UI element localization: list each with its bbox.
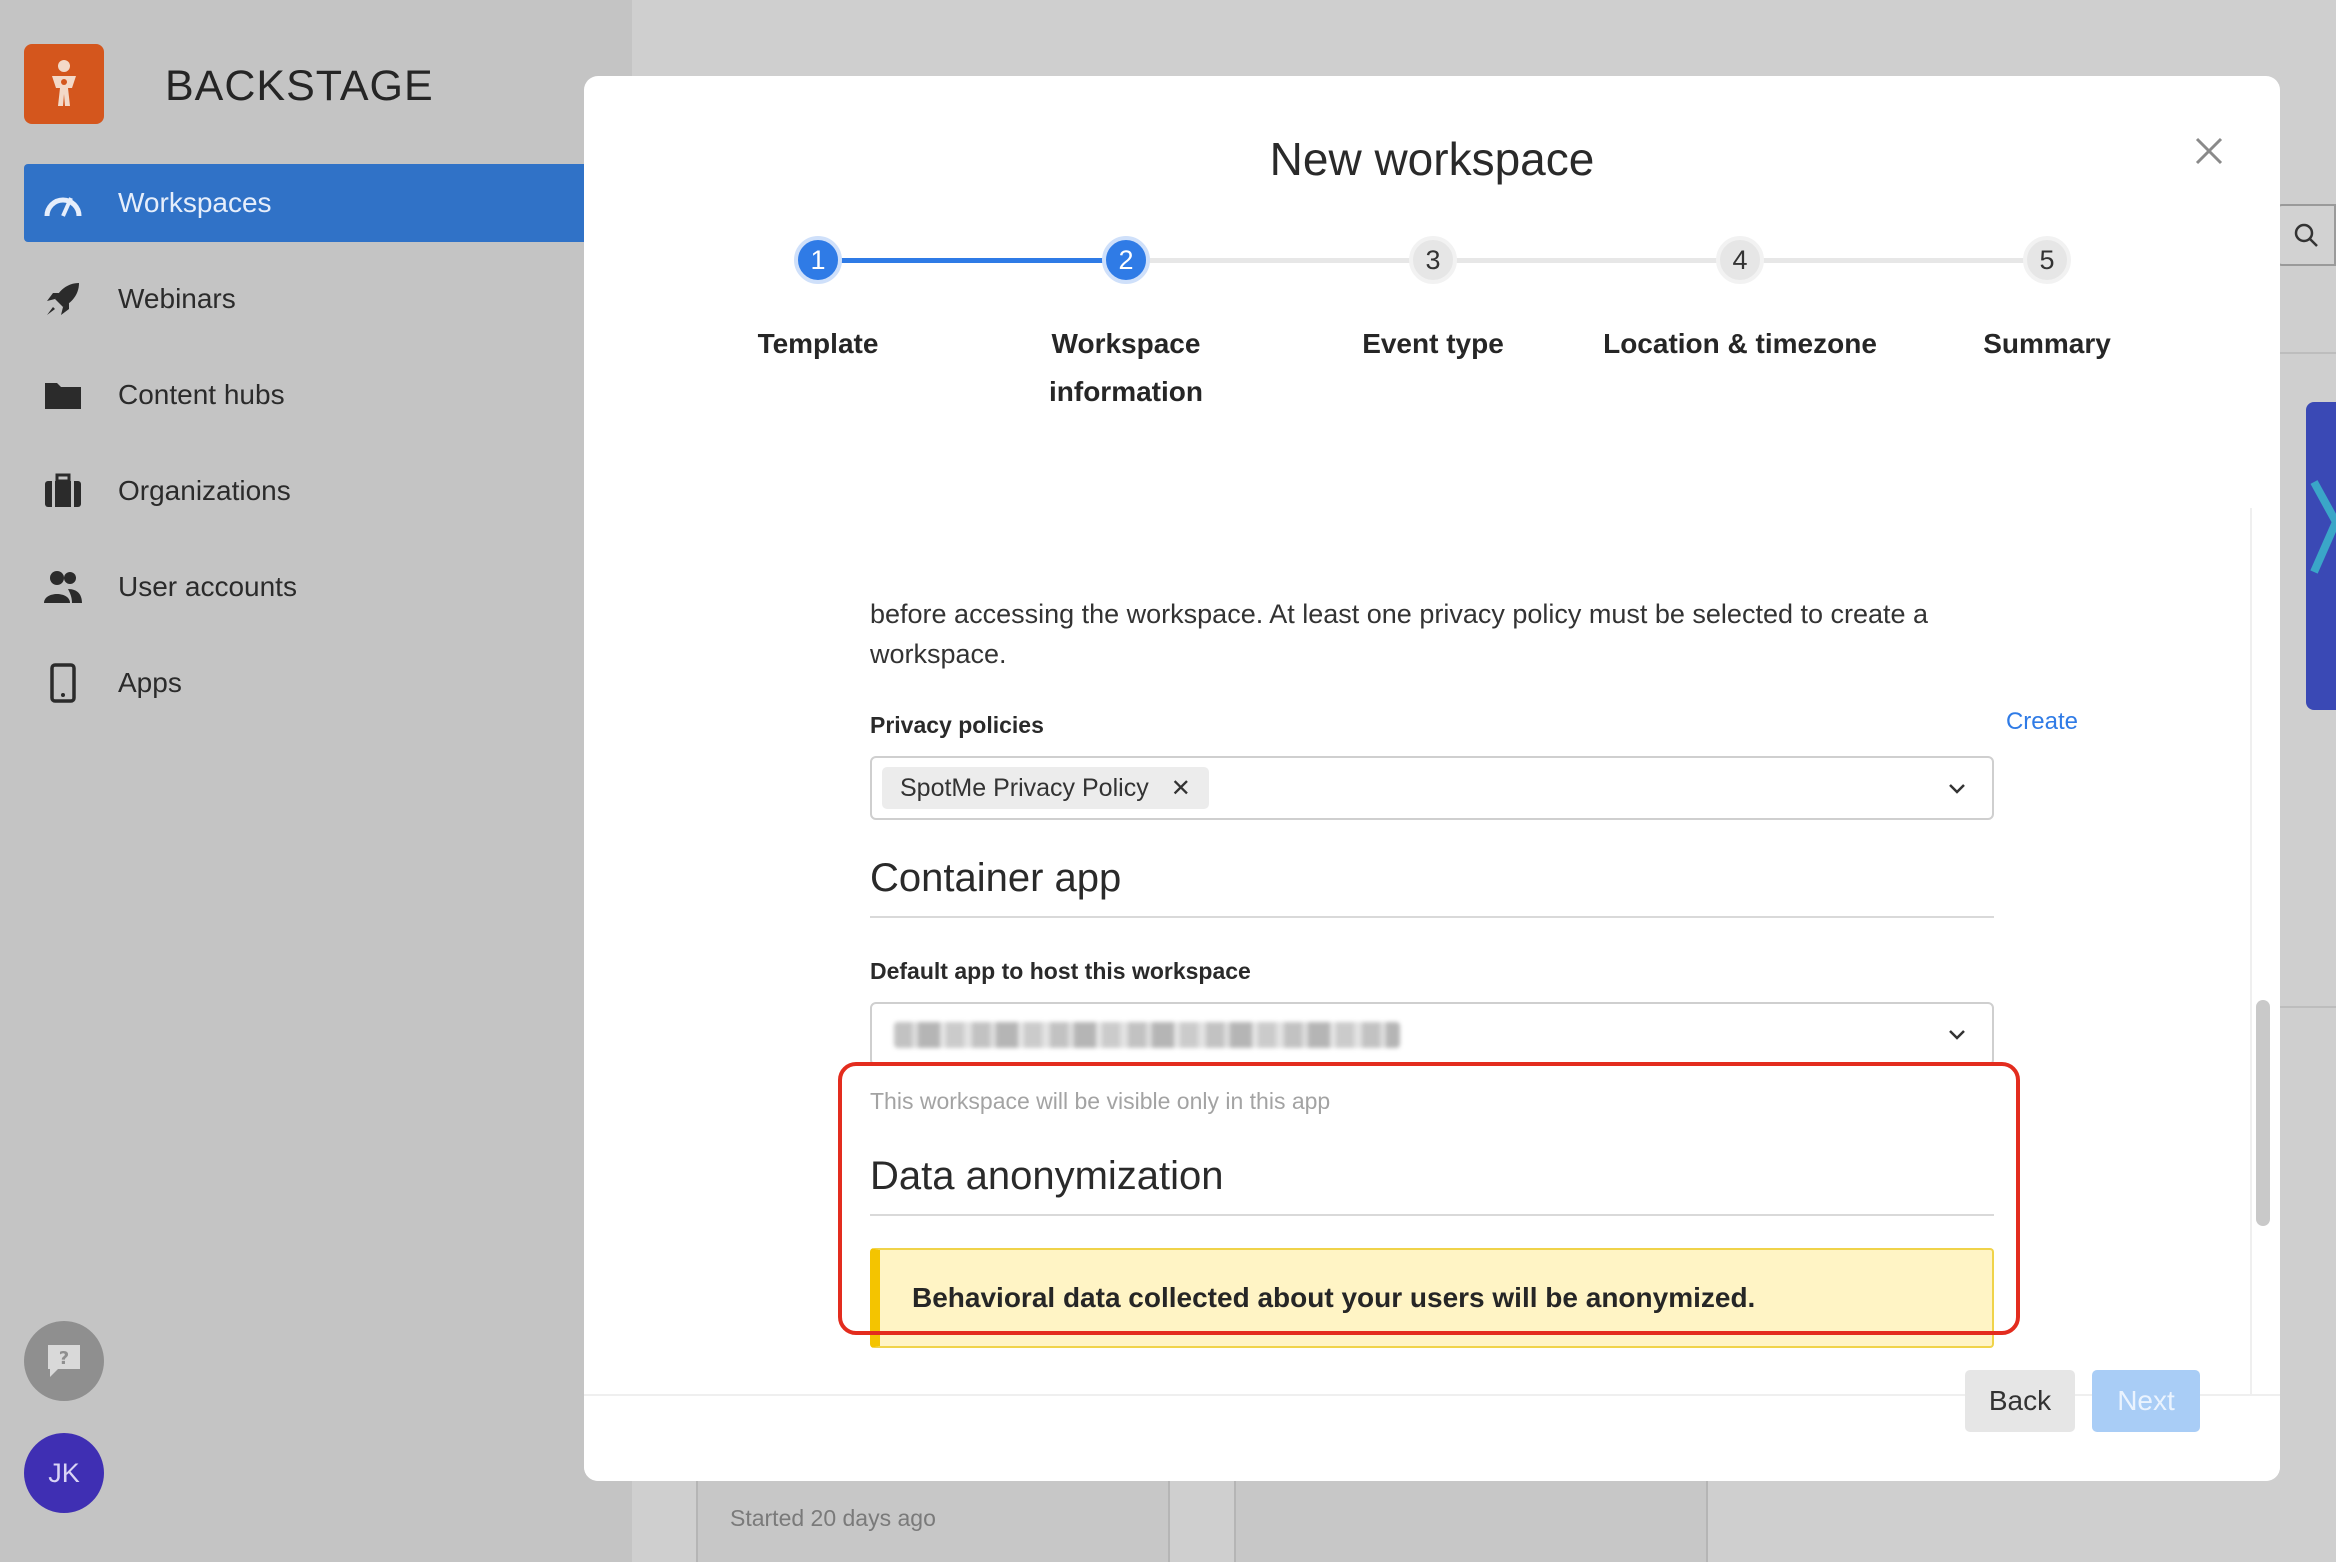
- sidebar-item-organizations[interactable]: Organizations: [24, 452, 632, 530]
- step-5-circle: 5: [2023, 236, 2071, 284]
- bg-divider: [2280, 1006, 2336, 1008]
- sidebar: BACKSTAGE Workspaces Webinars Content hu…: [0, 0, 632, 1562]
- help-chat-icon: ?: [48, 1345, 80, 1377]
- section-divider: [870, 916, 1994, 918]
- sidebar-item-label: Content hubs: [118, 379, 285, 410]
- person-logo-icon: [52, 60, 76, 106]
- sidebar-item-user-accounts[interactable]: User accounts: [24, 548, 632, 626]
- step-3-label: Event type: [1362, 328, 1504, 359]
- rocket-icon: [42, 278, 84, 320]
- chevron-down-icon: [1949, 1030, 1965, 1040]
- blurred-app-name: [894, 1022, 1400, 1048]
- speedometer-icon: [42, 182, 84, 224]
- step-2-circle: 2: [1102, 236, 1150, 284]
- help-button[interactable]: ?: [24, 1321, 104, 1401]
- privacy-policy-chip: SpotMe Privacy Policy ✕: [882, 767, 1209, 809]
- backstage-logo[interactable]: [24, 44, 104, 124]
- next-button[interactable]: Next: [2092, 1370, 2200, 1432]
- briefcase-icon: [42, 470, 84, 512]
- privacy-policies-select[interactable]: SpotMe Privacy Policy ✕: [870, 756, 1994, 820]
- remove-chip-icon[interactable]: ✕: [1171, 774, 1191, 803]
- modal-title: New workspace: [1269, 133, 1595, 185]
- step-3-circle: 3: [1409, 236, 1457, 284]
- brand-name: BACKSTAGE: [165, 62, 434, 110]
- users-icon: [42, 566, 84, 608]
- step-2-label: Workspace information: [1049, 328, 1203, 407]
- phone-icon: [42, 662, 84, 704]
- back-button[interactable]: Back: [1965, 1370, 2075, 1432]
- sidebar-item-content-hubs[interactable]: Content hubs: [24, 356, 632, 434]
- bg-card-status: Started 20 days ago: [730, 1505, 936, 1531]
- container-app-title: Container app: [870, 856, 1122, 900]
- sidebar-item-label: Organizations: [118, 475, 291, 506]
- sidebar-item-label: Webinars: [118, 283, 236, 314]
- sidebar-item-label: Workspaces: [118, 187, 272, 218]
- highlight-annotation: [838, 1062, 2020, 1335]
- chevron-down-icon: [1949, 784, 1965, 794]
- create-privacy-policy-link[interactable]: Create: [1918, 708, 2078, 736]
- svg-text:?: ?: [59, 1348, 69, 1369]
- bg-banner-image: [2306, 402, 2336, 710]
- stepper-progress: [818, 258, 1128, 263]
- step-1-label: Template: [757, 328, 879, 359]
- sidebar-item-label: Apps: [118, 667, 182, 698]
- stepper-track: [1128, 258, 2052, 263]
- sidebar-item-label: User accounts: [118, 571, 297, 602]
- sidebar-item-workspaces[interactable]: Workspaces: [24, 164, 632, 242]
- step-4-circle: 4: [1716, 236, 1764, 284]
- avatar[interactable]: JK: [24, 1433, 104, 1513]
- close-icon: [2195, 137, 2223, 165]
- folder-icon: [42, 374, 84, 416]
- bg-workspace-card[interactable]: [1234, 1470, 1708, 1562]
- privacy-description: before accessing the workspace. At least…: [870, 599, 1929, 669]
- default-app-label: Default app to host this workspace: [870, 958, 1251, 984]
- chip-label: SpotMe Privacy Policy: [900, 773, 1149, 802]
- close-button[interactable]: [2184, 126, 2234, 176]
- bg-search-button[interactable]: [2276, 204, 2336, 266]
- step-4-label: Location & timezone: [1603, 328, 1877, 359]
- sidebar-item-webinars[interactable]: Webinars: [24, 260, 632, 338]
- step-5-label: Summary: [1983, 328, 2111, 359]
- step-1-circle: 1: [794, 236, 842, 284]
- bg-divider: [2280, 352, 2336, 354]
- privacy-policies-label: Privacy policies: [870, 712, 1044, 738]
- sidebar-item-apps[interactable]: Apps: [24, 644, 632, 722]
- search-icon: [2294, 223, 2318, 247]
- default-app-select[interactable]: [870, 1002, 1994, 1066]
